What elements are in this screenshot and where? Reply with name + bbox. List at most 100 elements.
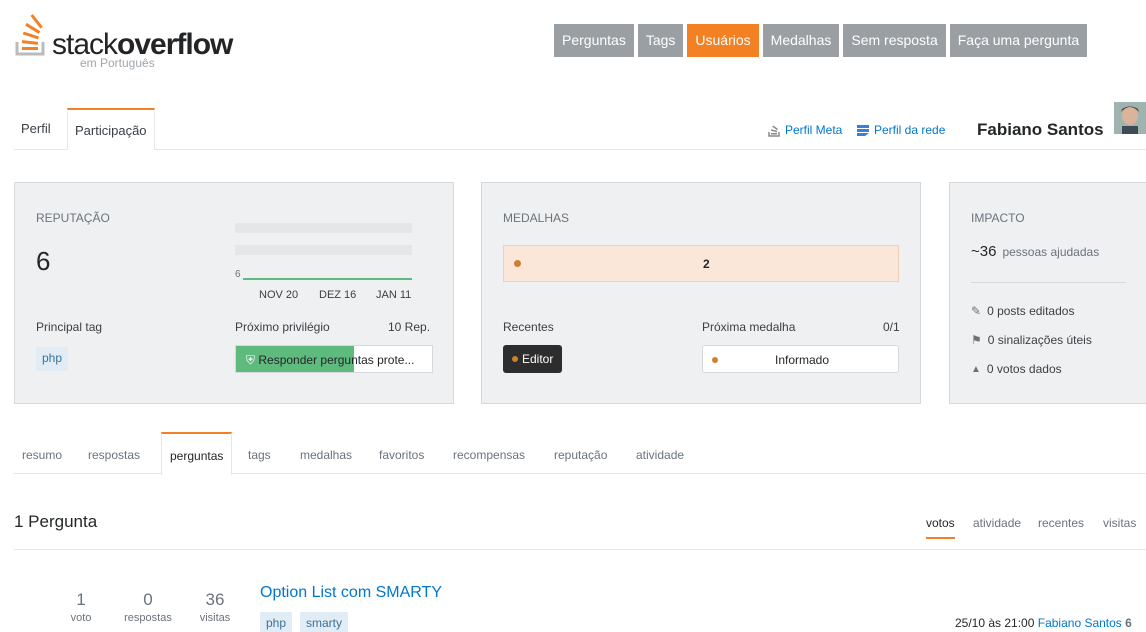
next-badge[interactable]: Informado <box>702 345 899 373</box>
badges-card: MEDALHAS 2 Recentes Editor Próxima medal… <box>481 182 921 404</box>
avatar-image <box>1114 102 1146 134</box>
question-meta: 25/10 às 21:00 Fabiano Santos 6 <box>955 616 1132 630</box>
question-answers: 0 respostas <box>118 590 178 624</box>
question-views: 36 visitas <box>195 590 235 624</box>
answers-caption: respostas <box>124 612 172 624</box>
people-reached: ~36 pessoas ajudadas <box>971 243 1099 260</box>
question-tag-smarty[interactable]: smarty <box>300 612 348 632</box>
votes-count: 1 <box>76 590 86 609</box>
bronze-badges-row[interactable]: 2 <box>503 245 899 282</box>
nav-tags[interactable]: Tags <box>637 24 684 57</box>
bronze-badge-icon <box>712 357 718 363</box>
bronze-badge-count: 2 <box>703 257 710 271</box>
nav-faca-uma-pergunta[interactable]: Faça uma pergunta <box>949 24 1088 57</box>
flags-label: 0 sinalizações úteis <box>987 333 1092 347</box>
perfil-rede-label: Perfil da rede <box>874 123 946 137</box>
next-badge-name: Informado <box>775 353 830 367</box>
impact-title: IMPACTO <box>971 211 1025 225</box>
site-logo[interactable]: stackoverflow em Português <box>14 14 244 70</box>
recent-badge[interactable]: Editor <box>503 345 563 373</box>
tab-recompensas[interactable]: recompensas <box>445 432 533 474</box>
reputation-value: 6 <box>36 246 51 276</box>
perfil-rede-link[interactable]: Perfil da rede <box>856 123 945 137</box>
tab-perfil[interactable]: Perfil <box>14 108 58 150</box>
votes-stat: ▲ 0 votos dados <box>971 362 1062 376</box>
sort-options: votos atividade recentes visitas <box>926 509 1146 539</box>
site-header: stackoverflow em Português Perguntas Tag… <box>0 0 1146 80</box>
next-privilege-label: Próximo privilégio <box>235 320 330 334</box>
reputation-card: REPUTAÇÃO 6 6 NOV 20 DEZ 16 JAN 11 Princ… <box>14 182 454 404</box>
tab-atividade[interactable]: atividade <box>628 432 692 474</box>
tab-perguntas[interactable]: perguntas <box>161 432 233 475</box>
rep-date: DEZ 16 <box>319 289 357 301</box>
stack-logo-icon <box>15 14 45 56</box>
privilege-label: Responder perguntas prote... <box>258 353 415 367</box>
views-caption: visitas <box>199 612 231 624</box>
nav-medalhas[interactable]: Medalhas <box>762 24 840 57</box>
perfil-meta-label: Perfil Meta <box>785 123 843 137</box>
avatar[interactable] <box>1114 102 1146 134</box>
top-tag-label: Principal tag <box>36 320 103 334</box>
questions-divider <box>14 549 1146 550</box>
views-count: 36 <box>205 590 225 609</box>
sort-recentes[interactable]: recentes <box>1038 509 1084 539</box>
edits-stat: ✎ 0 posts editados <box>971 304 1074 318</box>
recent-badge-label: Editor <box>522 352 554 366</box>
next-badge-label: Próxima medalha <box>702 320 796 334</box>
edits-label: 0 posts editados <box>987 304 1075 318</box>
tab-resumo[interactable]: resumo <box>14 432 70 474</box>
answers-count: 0 <box>143 590 153 609</box>
question-date: 25/10 às 21:00 <box>955 616 1035 630</box>
next-privilege-progress[interactable]: ⛨ Responder perguntas prote... <box>235 345 433 373</box>
tab-favoritos[interactable]: favoritos <box>371 432 432 474</box>
votes-caption: voto <box>70 612 92 624</box>
logo-subtitle: em Português <box>80 56 155 70</box>
shield-icon: ⛨ <box>246 353 256 367</box>
rep-date: NOV 20 <box>259 289 299 301</box>
sort-votos[interactable]: votos <box>926 509 955 539</box>
question-votes: 1 voto <box>66 590 96 624</box>
user-display-name: Fabiano Santos <box>977 120 1104 139</box>
next-badge-progress: 0/1 <box>883 320 900 334</box>
upvote-icon: ▲ <box>971 363 981 375</box>
question-author-link[interactable]: Fabiano Santos <box>1038 616 1122 630</box>
question-author-rep: 6 <box>1125 616 1132 630</box>
tab-medalhas[interactable]: medalhas <box>292 432 360 474</box>
tab-tags[interactable]: tags <box>240 432 279 474</box>
top-navigation: Perguntas Tags Usuários Medalhas Sem res… <box>554 24 1088 57</box>
nav-sem-resposta[interactable]: Sem resposta <box>843 24 946 57</box>
top-tag[interactable]: php <box>36 347 69 371</box>
nav-perguntas[interactable]: Perguntas <box>554 24 634 57</box>
people-reached-number: ~36 <box>971 243 997 260</box>
privilege-text: ⛨ Responder perguntas prote... <box>246 353 414 368</box>
meta-icon <box>768 125 780 137</box>
sort-visitas[interactable]: visitas <box>1103 509 1136 539</box>
recent-badges-label: Recentes <box>503 320 554 334</box>
rep-graph-bar <box>235 223 412 233</box>
reputation-title: REPUTAÇÃO <box>36 211 110 225</box>
rep-date: JAN 11 <box>376 289 412 301</box>
bronze-badge-icon <box>514 260 521 267</box>
activity-tabs: resumo respostas perguntas tags medalhas… <box>14 432 1146 475</box>
question-title-link[interactable]: Option List com SMARTY <box>260 584 442 602</box>
tab-participacao[interactable]: Participação <box>67 108 155 150</box>
network-icon <box>857 125 869 136</box>
pencil-icon: ✎ <box>971 304 982 318</box>
rep-graph-label: 6 <box>235 269 241 280</box>
impact-card: IMPACTO ~36 pessoas ajudadas ✎ 0 posts e… <box>949 182 1146 404</box>
bronze-badge-icon <box>512 356 518 362</box>
badges-title: MEDALHAS <box>503 211 570 225</box>
nav-usuarios[interactable]: Usuários <box>687 24 759 57</box>
sort-atividade[interactable]: atividade <box>973 509 1021 539</box>
tab-reputacao[interactable]: reputação <box>546 432 615 474</box>
people-reached-label: pessoas ajudadas <box>1002 244 1100 259</box>
votes-label: 0 votos dados <box>986 362 1062 376</box>
rep-graph-line <box>243 278 412 280</box>
perfil-meta-link[interactable]: Perfil Meta <box>767 123 842 137</box>
tab-respostas[interactable]: respostas <box>80 432 148 474</box>
flags-stat: ⚑ 0 sinalizações úteis <box>971 333 1092 347</box>
next-privilege-rep: 10 Rep. <box>388 320 431 334</box>
question-tag-php[interactable]: php <box>260 612 293 632</box>
rep-graph-bar <box>235 245 412 255</box>
flag-icon: ⚑ <box>971 333 982 347</box>
